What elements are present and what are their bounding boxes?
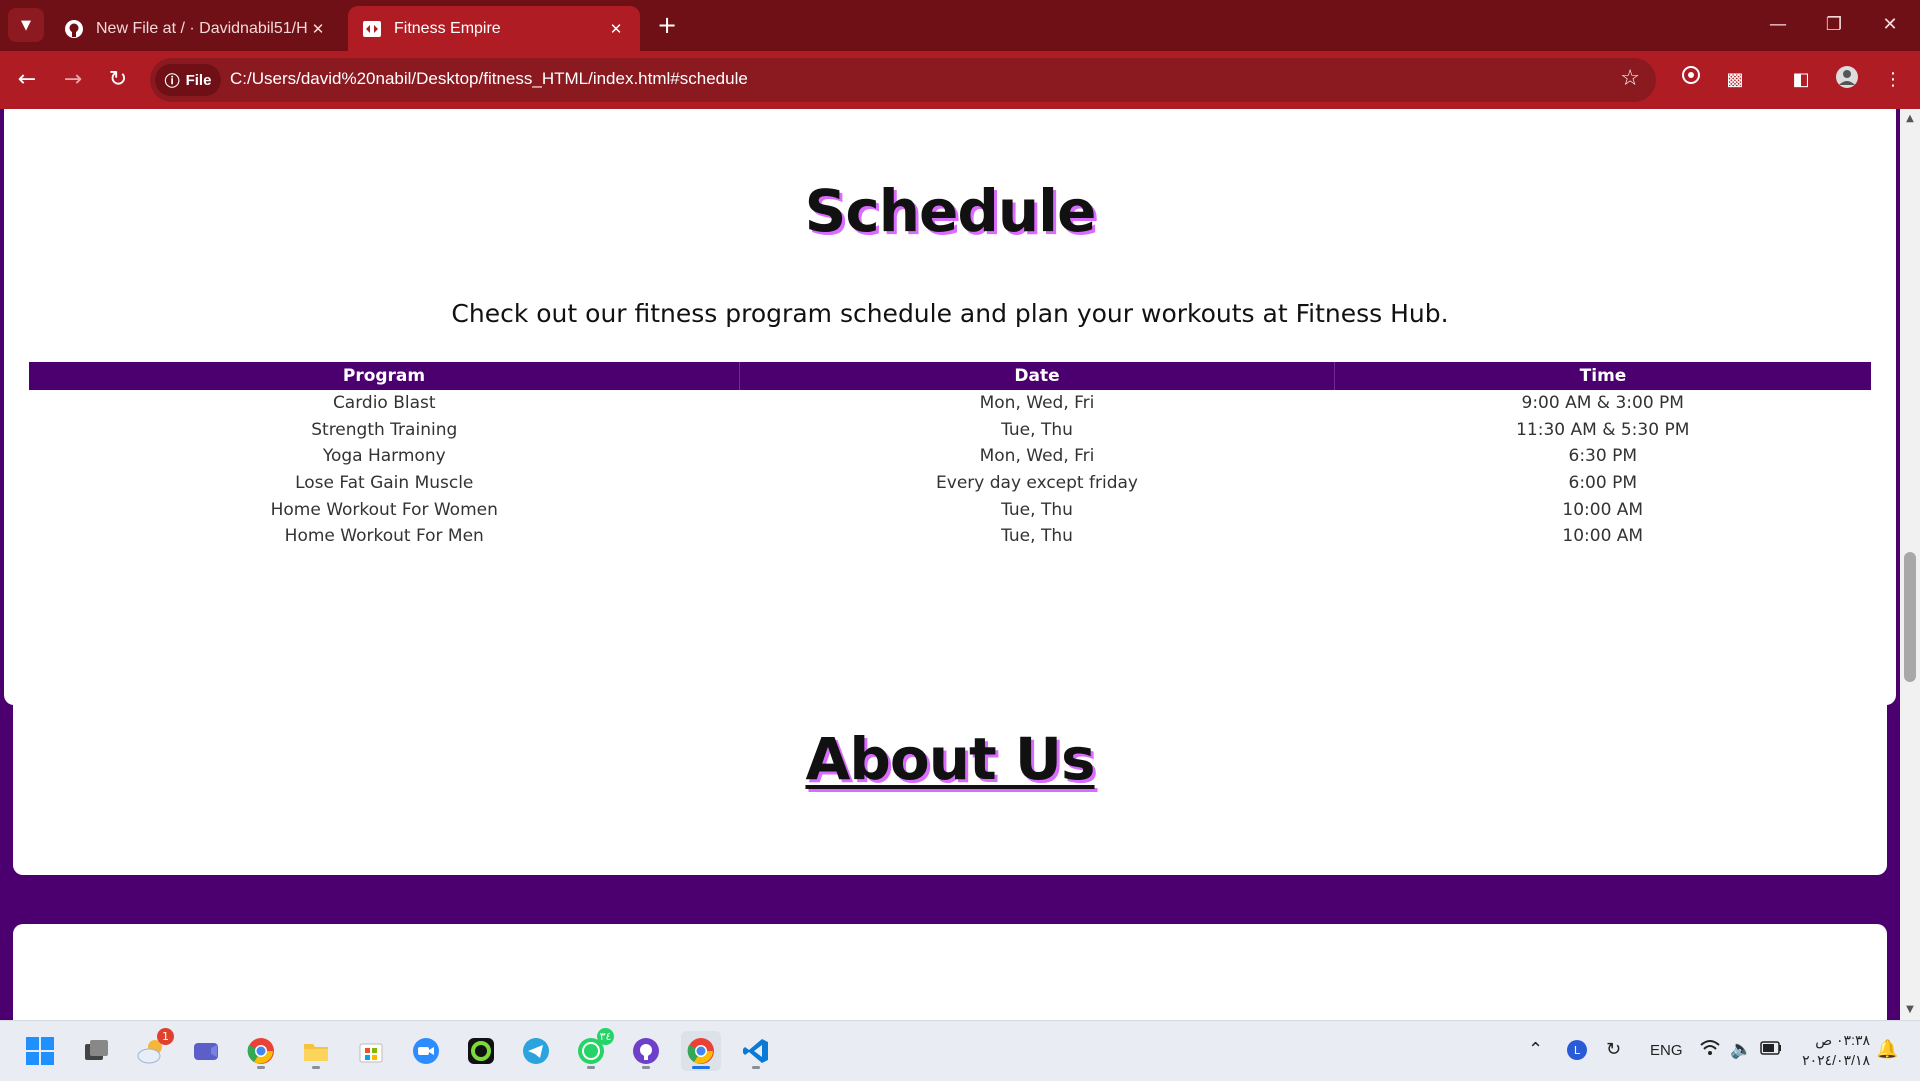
- telegram-icon[interactable]: [516, 1031, 556, 1071]
- program-cell: Cardio Blast: [332, 393, 436, 414]
- browser-toolbar: ← → ↻ ⓘ File C:/Users/david%20nabil/Desk…: [0, 51, 1920, 109]
- back-button[interactable]: ←: [12, 65, 42, 95]
- teams-icon[interactable]: [186, 1031, 226, 1071]
- app-ring-icon[interactable]: [461, 1031, 501, 1071]
- tab-search-button[interactable]: ▼: [8, 8, 44, 42]
- schedule-table: Program Date Time Cardio Blast Mon, Wed,…: [29, 362, 1871, 550]
- tab-strip: ▼ New File at / · Davidnabil51/HTML ✕ Fi…: [0, 0, 1920, 51]
- forward-button[interactable]: →: [58, 65, 88, 95]
- time-cell: 10:00 AM: [1562, 499, 1644, 520]
- time-cell: 10:00 AM: [1562, 526, 1644, 547]
- date-cell: Tue, Thu: [1001, 419, 1073, 440]
- vscode-icon[interactable]: [736, 1031, 776, 1071]
- table-row: Cardio Blast Mon, Wed, Fri 9:00 AM & 3:0…: [29, 390, 1871, 417]
- tab-github[interactable]: New File at / · Davidnabil51/HTML ✕: [50, 6, 342, 51]
- date-cell: Every day except friday: [936, 473, 1138, 494]
- chevron-down-icon: ▼: [21, 17, 31, 33]
- program-cell: Yoga Harmony: [322, 446, 446, 467]
- minimize-button[interactable]: —: [1758, 10, 1798, 40]
- reload-button[interactable]: ↻: [103, 65, 133, 95]
- tab-title: New File at / · Davidnabil51/HTML: [96, 19, 308, 37]
- site-info-label: File: [185, 71, 212, 89]
- window-close-button[interactable]: ✕: [1870, 10, 1910, 40]
- schedule-intro: Check out our fitness program schedule a…: [451, 299, 1449, 328]
- clock-time[interactable]: ٠٣:٣٨ ص: [1800, 1032, 1870, 1049]
- page-viewport: Schedule Check out our fitness program s…: [0, 109, 1900, 1020]
- weather-icon[interactable]: 1: [131, 1028, 174, 1071]
- sync-icon[interactable]: ↻: [1606, 1039, 1621, 1060]
- tab-fitness-empire[interactable]: Fitness Empire ✕: [348, 6, 640, 51]
- whatsapp-badge: ٣٤: [597, 1028, 614, 1045]
- column-header-date: Date: [739, 362, 1335, 390]
- table-header-row: Program Date Time: [29, 362, 1871, 390]
- volume-icon[interactable]: 🔈: [1730, 1039, 1752, 1060]
- table-row: Strength Training Tue, Thu 11:30 AM & 5:…: [29, 417, 1871, 444]
- restore-button[interactable]: ❐: [1814, 10, 1854, 40]
- file-explorer-icon[interactable]: [296, 1031, 336, 1071]
- clock-date[interactable]: ٢٠٢٤/٠٣/١٨: [1800, 1052, 1870, 1069]
- about-section: About Us: [13, 643, 1887, 875]
- program-cell: Strength Training: [311, 419, 458, 440]
- battery-icon[interactable]: [1760, 1039, 1782, 1060]
- whatsapp-icon[interactable]: ٣٤: [571, 1028, 614, 1071]
- page-scrollbar[interactable]: ▲ ▼: [1900, 109, 1920, 1020]
- scroll-thumb[interactable]: [1904, 552, 1916, 682]
- table-row: Home Workout For Women Tue, Thu 10:00 AM: [29, 496, 1871, 523]
- github-desktop-icon[interactable]: [626, 1031, 666, 1071]
- scroll-down-arrow-icon[interactable]: ▼: [1900, 1002, 1920, 1018]
- profile-avatar[interactable]: [1832, 65, 1862, 95]
- program-cell: Lose Fat Gain Muscle: [295, 473, 474, 494]
- tab-title: Fitness Empire: [394, 19, 501, 37]
- chrome-active-icon[interactable]: [681, 1031, 721, 1071]
- info-icon: ⓘ: [164, 72, 180, 90]
- app-l-icon[interactable]: L: [1566, 1039, 1588, 1066]
- new-tab-button[interactable]: +: [652, 10, 682, 40]
- scroll-up-arrow-icon[interactable]: ▲: [1900, 111, 1920, 127]
- bookmark-star-icon[interactable]: ☆: [1620, 66, 1640, 91]
- close-icon[interactable]: ✕: [308, 20, 328, 38]
- time-cell: 6:00 PM: [1568, 473, 1638, 494]
- weather-badge: 1: [157, 1028, 174, 1045]
- schedule-section: Schedule Check out our fitness program s…: [4, 109, 1896, 705]
- wifi-icon[interactable]: [1700, 1039, 1720, 1062]
- time-cell: 11:30 AM & 5:30 PM: [1516, 419, 1690, 440]
- more-menu-icon[interactable]: ⋮: [1878, 65, 1908, 95]
- time-cell: 6:30 PM: [1568, 446, 1638, 467]
- date-cell: Mon, Wed, Fri: [979, 393, 1095, 414]
- language-indicator[interactable]: ENG: [1650, 1042, 1683, 1059]
- table-row: Lose Fat Gain Muscle Every day except fr…: [29, 470, 1871, 497]
- table-row: Home Workout For Men Tue, Thu 10:00 AM: [29, 523, 1871, 550]
- program-cell: Home Workout For Men: [284, 526, 484, 547]
- address-url[interactable]: C:/Users/david%20nabil/Desktop/fitness_H…: [230, 69, 748, 89]
- task-view-icon[interactable]: [76, 1031, 116, 1071]
- microsoft-store-icon[interactable]: [351, 1031, 391, 1071]
- close-icon[interactable]: ✕: [606, 20, 626, 38]
- column-header-time: Time: [1334, 362, 1871, 390]
- windows-taskbar: 1 ٣٤ ⌃ L ↻ ENG 🔈 ٠٣:٣٨ ص ٢٠٢٤/٠٣/١٨ 🔔: [0, 1020, 1920, 1081]
- next-section: [13, 924, 1887, 1020]
- chrome-icon[interactable]: [241, 1031, 281, 1071]
- date-cell: Mon, Wed, Fri: [979, 446, 1095, 467]
- time-cell: 9:00 AM & 3:00 PM: [1521, 393, 1684, 414]
- side-panel-icon[interactable]: ◧: [1786, 65, 1816, 95]
- table-row: Yoga Harmony Mon, Wed, Fri 6:30 PM: [29, 443, 1871, 470]
- github-icon: [64, 19, 84, 39]
- schedule-title: Schedule: [804, 177, 1097, 245]
- date-cell: Tue, Thu: [1001, 499, 1073, 520]
- extensions-puzzle-icon[interactable]: ▩: [1720, 65, 1750, 95]
- about-title[interactable]: About Us: [13, 725, 1887, 793]
- svg-text:L: L: [1574, 1044, 1581, 1057]
- chevron-up-icon[interactable]: ⌃: [1528, 1039, 1543, 1060]
- program-cell: Home Workout For Women: [270, 499, 498, 520]
- site-info-chip[interactable]: ⓘ File: [155, 64, 221, 96]
- record-extension-icon[interactable]: [1676, 65, 1706, 95]
- zoom-icon[interactable]: [406, 1031, 446, 1071]
- date-cell: Tue, Thu: [1001, 526, 1073, 547]
- notification-bell-icon[interactable]: 🔔: [1876, 1039, 1898, 1060]
- address-bar[interactable]: ⓘ File C:/Users/david%20nabil/Desktop/fi…: [150, 58, 1656, 102]
- windows-start-icon[interactable]: [20, 1031, 60, 1071]
- column-header-program: Program: [29, 362, 740, 390]
- page-icon: [362, 19, 382, 39]
